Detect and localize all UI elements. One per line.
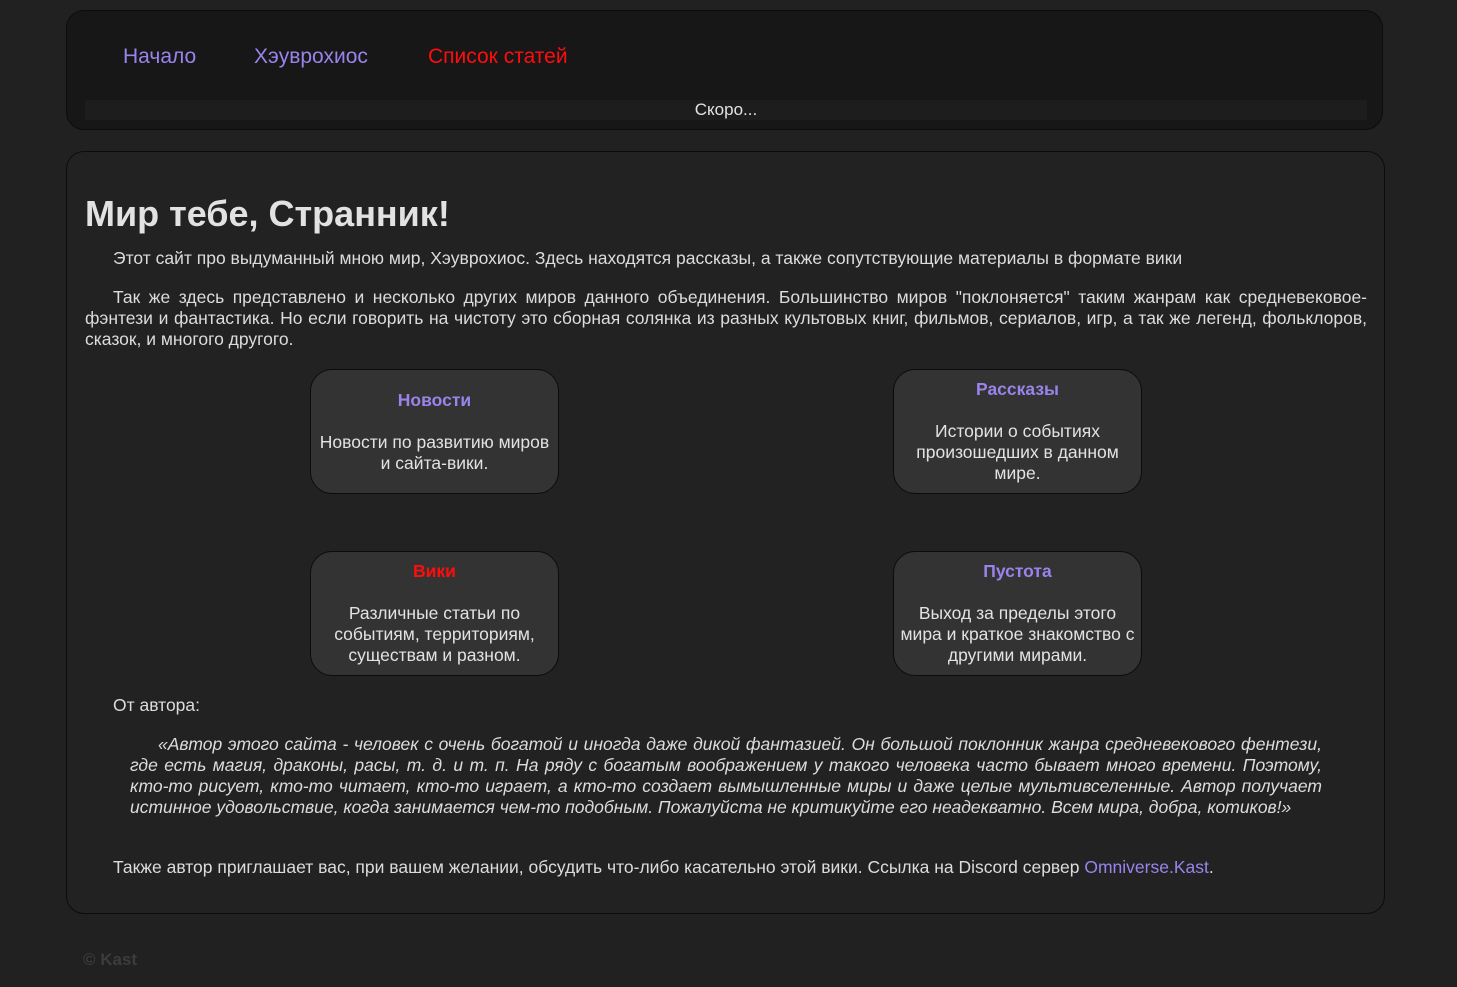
- card-stories-description: Истории о событиях произошедших в данном…: [916, 421, 1119, 483]
- nav-link-heuvrohios[interactable]: Хэуврохиос: [254, 45, 368, 69]
- ticker-text: Скоро...: [694, 100, 758, 119]
- discord-server-link[interactable]: Omniverse.Kast: [1084, 857, 1208, 877]
- footer-copyright: © Kast: [83, 950, 138, 969]
- nav-link-article-list[interactable]: Список статей: [428, 45, 568, 69]
- invite-text: Также автор приглашает вас, при вашем же…: [113, 857, 1085, 877]
- card-news[interactable]: Новости Новости по развитию миров и сайт…: [310, 369, 559, 494]
- card-void[interactable]: Пустота Выход за пределы этого мира и кр…: [893, 551, 1142, 676]
- news-ticker: Скоро...: [85, 100, 1367, 120]
- card-wiki-description: Различные статьи по событиям, территория…: [334, 603, 535, 665]
- nav-link-home[interactable]: Начало: [123, 45, 196, 69]
- card-stories-title[interactable]: Рассказы: [898, 379, 1137, 400]
- page-title: Мир тебе, Странник!: [85, 193, 450, 234]
- invite-end: .: [1208, 857, 1214, 877]
- card-wiki-title[interactable]: Вики: [315, 561, 554, 582]
- main-content: Мир тебе, Странник! Этот сайт про выдума…: [66, 151, 1385, 914]
- card-news-title[interactable]: Новости: [315, 390, 554, 411]
- discord-invite: Также автор приглашает вас, при вашем же…: [113, 857, 1214, 878]
- card-void-title[interactable]: Пустота: [898, 561, 1137, 582]
- card-news-description: Новости по развитию миров и сайта-вики.: [319, 431, 550, 473]
- card-stories[interactable]: Рассказы Истории о событиях произошедших…: [893, 369, 1142, 494]
- card-wiki[interactable]: Вики Различные статьи по событиям, терри…: [310, 551, 559, 676]
- intro-paragraph-1: Этот сайт про выдуманный мною мир, Хэувр…: [113, 248, 1183, 268]
- intro-paragraph-2: Так же здесь представлено и несколько др…: [85, 287, 1367, 349]
- author-quote: «Автор этого сайта - человек с очень бог…: [130, 734, 1322, 817]
- top-navigation-panel: Начало Хэуврохиос Список статей Скоро...: [66, 10, 1383, 130]
- author-label: От автора:: [113, 695, 201, 715]
- card-void-description: Выход за пределы этого мира и краткое зн…: [900, 603, 1135, 665]
